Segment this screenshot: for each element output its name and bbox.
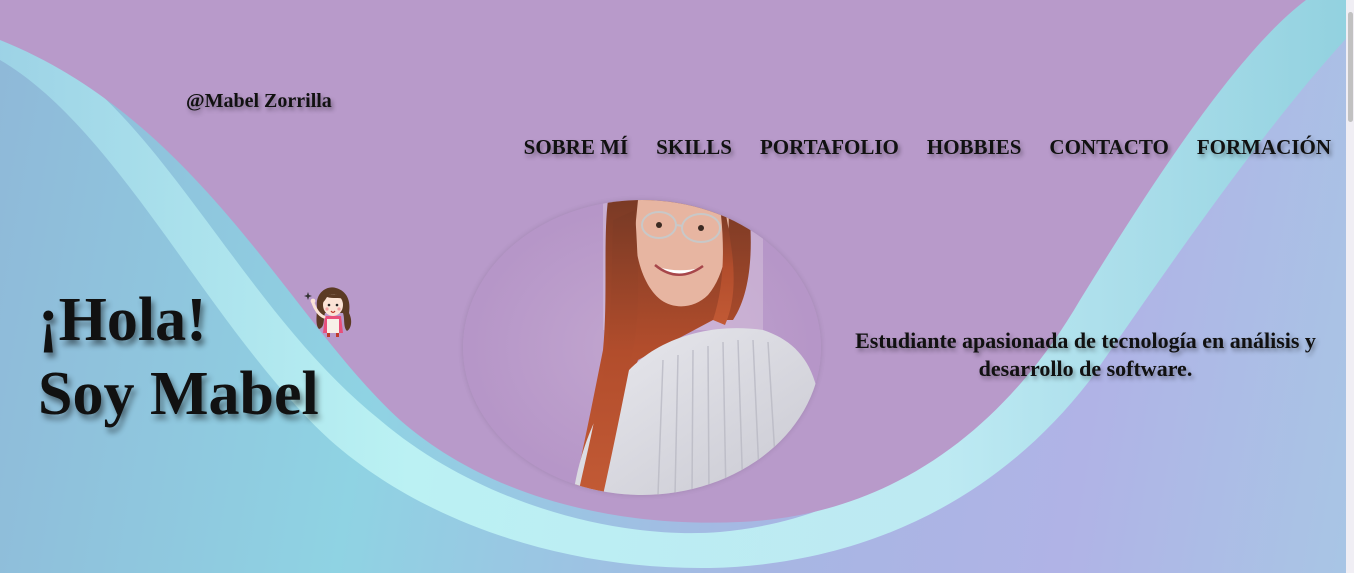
nav-item-formacion[interactable]: FORMACIÓN: [1197, 135, 1331, 160]
profile-photo-image: [463, 200, 821, 495]
scrollbar[interactable]: [1346, 0, 1354, 573]
nav-item-portafolio[interactable]: PORTAFOLIO: [760, 135, 899, 160]
hero-tagline: Estudiante apasionada de tecnología en a…: [855, 328, 1316, 381]
nav-item-hobbies[interactable]: HOBBIES: [927, 135, 1022, 160]
page: @Mabel Zorrilla SOBRE MÍ SKILLS PORTAFOL…: [0, 0, 1354, 573]
hero-name: Soy Mabel: [38, 360, 319, 428]
nav-item-skills[interactable]: SKILLS: [656, 135, 732, 160]
nav-item-contacto[interactable]: CONTACTO: [1049, 135, 1168, 160]
main-nav: SOBRE MÍ SKILLS PORTAFOLIO HOBBIES CONTA…: [524, 135, 1331, 160]
nav-item-sobre-mi[interactable]: SOBRE MÍ: [524, 135, 628, 160]
scrollbar-thumb[interactable]: [1348, 12, 1353, 122]
profile-photo: [463, 200, 821, 495]
hero-greeting: ¡Hola!: [38, 286, 207, 354]
site-handle[interactable]: @Mabel Zorrilla: [186, 90, 332, 113]
girl-waving-icon: [304, 287, 352, 337]
hero-title: ¡Hola! Soy Mabel: [38, 283, 319, 431]
